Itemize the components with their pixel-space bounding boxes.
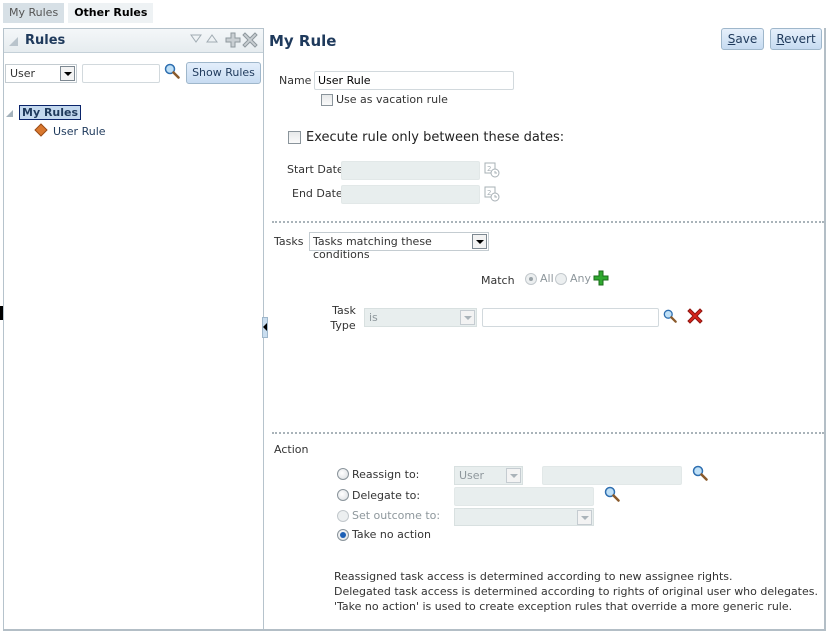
tree-expand-icon[interactable] — [6, 110, 13, 117]
chevron-down-icon[interactable] — [60, 66, 75, 81]
rule-owner-select[interactable]: User — [5, 64, 77, 83]
delete-icon[interactable] — [242, 32, 258, 52]
tab-other-rules[interactable]: Other Rules — [68, 3, 154, 23]
match-all-label: All — [540, 272, 554, 285]
tasks-select-value: Tasks matching these conditions — [313, 235, 432, 261]
save-label-rest: ave — [735, 32, 758, 46]
help-line: Delegated task access is determined acco… — [334, 585, 818, 598]
collapse-up-icon[interactable] — [206, 32, 218, 48]
condition-operator-select[interactable]: is — [364, 308, 477, 327]
vacation-rule-checkbox[interactable] — [321, 94, 333, 106]
condition-operator-value: is — [369, 311, 378, 324]
section-divider — [272, 432, 824, 434]
match-any-radio[interactable] — [555, 273, 567, 285]
panel-border-bottom — [3, 629, 824, 631]
action-label: Action — [274, 443, 309, 456]
expand-down-icon[interactable] — [190, 32, 202, 48]
help-line: 'Take no action' is used to create excep… — [334, 600, 793, 613]
take-no-action-radio[interactable] — [337, 529, 349, 541]
panel-border-right — [824, 28, 826, 631]
remove-condition-icon[interactable] — [687, 308, 703, 327]
end-date-input[interactable] — [341, 185, 480, 204]
delegate-label: Delegate to: — [352, 489, 421, 502]
search-icon[interactable] — [604, 486, 620, 505]
action-help-text: Reassigned task access is determined acc… — [334, 569, 818, 614]
section-divider — [272, 221, 824, 223]
set-outcome-radio[interactable] — [337, 510, 349, 522]
take-no-action-label: Take no action — [352, 528, 431, 541]
chevron-down-icon[interactable] — [577, 510, 592, 525]
execute-dates-checkbox[interactable] — [288, 131, 301, 144]
reassign-input[interactable] — [542, 466, 682, 485]
revert-button[interactable]: Revert — [770, 28, 822, 50]
rule-owner-select-value: User — [10, 67, 36, 80]
search-icon[interactable] — [164, 63, 180, 82]
match-any-label: Any — [570, 272, 592, 285]
revert-access-key: R — [776, 32, 785, 46]
reassign-label: Reassign to: — [352, 468, 420, 481]
help-line: Reassigned task access is determined acc… — [334, 570, 733, 583]
rules-panel-title: Rules — [25, 33, 66, 48]
chevron-down-icon[interactable] — [460, 310, 475, 325]
rule-name-input[interactable] — [314, 71, 514, 90]
delegate-radio[interactable] — [337, 489, 349, 501]
tree-node-user-rule[interactable]: User Rule — [34, 122, 106, 140]
revert-label-rest: evert — [784, 32, 816, 46]
show-rules-button[interactable]: Show Rules — [186, 62, 261, 84]
set-outcome-label: Set outcome to: — [352, 509, 441, 522]
end-date-label: End Date — [292, 187, 343, 200]
tasks-label: Tasks — [274, 235, 304, 248]
page-title: My Rule — [269, 32, 337, 50]
rule-diamond-icon — [34, 122, 48, 140]
reassign-radio[interactable] — [337, 468, 349, 480]
save-button[interactable]: Save — [721, 28, 764, 50]
condition-label-line2: Type — [330, 319, 356, 332]
match-label: Match — [481, 274, 515, 287]
start-date-label: Start Date — [287, 163, 344, 176]
name-label: Name — [279, 74, 312, 87]
collapse-left-panel-handle[interactable] — [262, 317, 268, 338]
search-icon[interactable] — [663, 309, 677, 326]
calendar-icon[interactable]: 2 — [484, 185, 500, 205]
search-icon[interactable] — [692, 465, 708, 484]
match-all-radio[interactable] — [525, 273, 537, 285]
tab-my-rules[interactable]: My Rules — [3, 3, 65, 23]
delegate-input[interactable] — [454, 487, 594, 506]
calendar-icon[interactable]: 2 — [484, 161, 500, 181]
condition-value-input[interactable] — [482, 308, 659, 327]
chevron-down-icon[interactable] — [506, 468, 521, 483]
vacation-rule-label: Use as vacation rule — [336, 93, 448, 106]
tree-node-my-rules[interactable]: My Rules — [19, 105, 82, 120]
execute-dates-label: Execute rule only between these dates: — [306, 130, 565, 145]
tasks-select[interactable]: Tasks matching these conditions — [309, 232, 489, 261]
start-date-input[interactable] — [341, 161, 480, 180]
rule-owner-input[interactable] — [82, 64, 160, 83]
tree-node-label: User Rule — [53, 124, 106, 138]
panel-collapse-icon[interactable] — [9, 37, 18, 46]
reassign-type-select[interactable]: User — [454, 466, 523, 485]
left-edge-handle[interactable] — [0, 306, 3, 320]
rules-panel-header: Rules — [4, 29, 263, 53]
reassign-type-value: User — [459, 469, 485, 482]
condition-label-line1: Task — [332, 304, 356, 317]
add-condition-icon[interactable] — [593, 270, 609, 289]
tab-bar: My Rules Other Rules — [3, 3, 154, 23]
add-icon[interactable] — [225, 32, 241, 52]
chevron-down-icon[interactable] — [472, 234, 487, 249]
outcome-select[interactable] — [454, 508, 594, 526]
